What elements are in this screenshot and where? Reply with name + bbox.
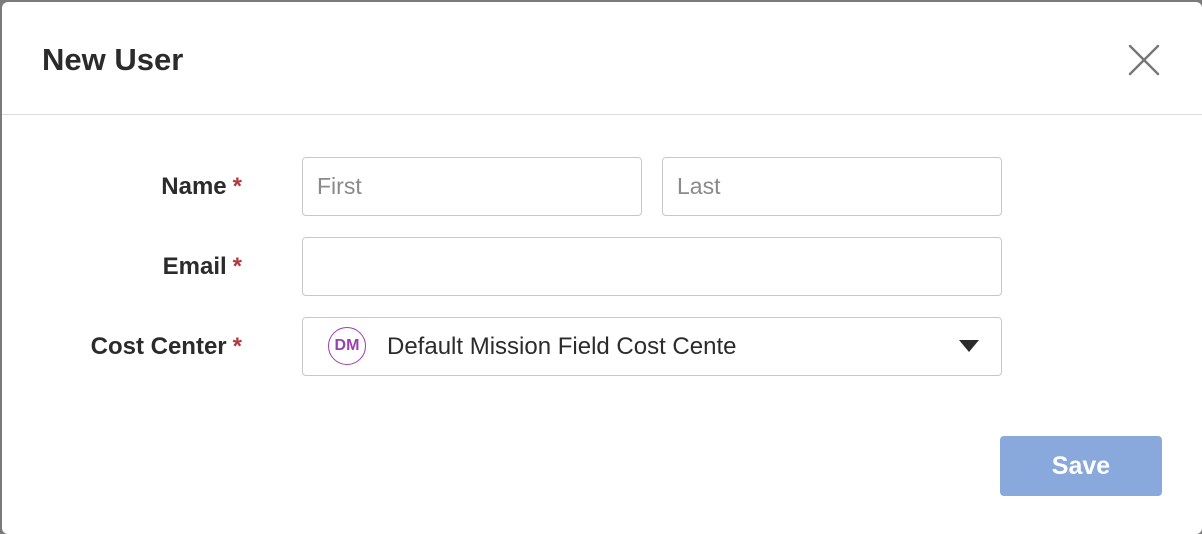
dialog-header: New User — [2, 2, 1202, 115]
cost-center-label: Cost Center * — [91, 331, 242, 363]
required-marker: * — [232, 253, 242, 280]
first-name-input[interactable] — [302, 157, 642, 216]
save-button[interactable]: Save — [1000, 436, 1162, 496]
email-input[interactable] — [302, 237, 1002, 296]
required-marker: * — [232, 333, 242, 360]
cost-center-select[interactable]: DM Default Mission Field Cost Cente — [302, 317, 1002, 376]
last-name-input[interactable] — [662, 157, 1002, 216]
cost-center-label-text: Cost Center — [90, 333, 227, 360]
caret-down-icon[interactable] — [959, 340, 979, 352]
cost-center-row: Cost Center * DM Default Mission Field Co… — [2, 317, 1202, 377]
close-icon — [1128, 44, 1160, 76]
email-label: Email * — [163, 251, 242, 283]
cost-center-selected-value: Default Mission Field Cost Cente — [387, 333, 737, 360]
email-label-text: Email — [162, 253, 227, 280]
name-label: Name * — [161, 171, 242, 203]
cost-center-avatar: DM — [328, 327, 366, 365]
required-marker: * — [232, 173, 242, 200]
dialog-title: New User — [42, 42, 184, 77]
close-button[interactable] — [1126, 42, 1162, 78]
new-user-dialog: New User Name* Email* Cost Center* DM De… — [2, 2, 1202, 534]
name-label-text: Name — [161, 173, 227, 200]
email-row: Email * — [2, 237, 1202, 297]
name-row: Name * — [2, 157, 1202, 217]
